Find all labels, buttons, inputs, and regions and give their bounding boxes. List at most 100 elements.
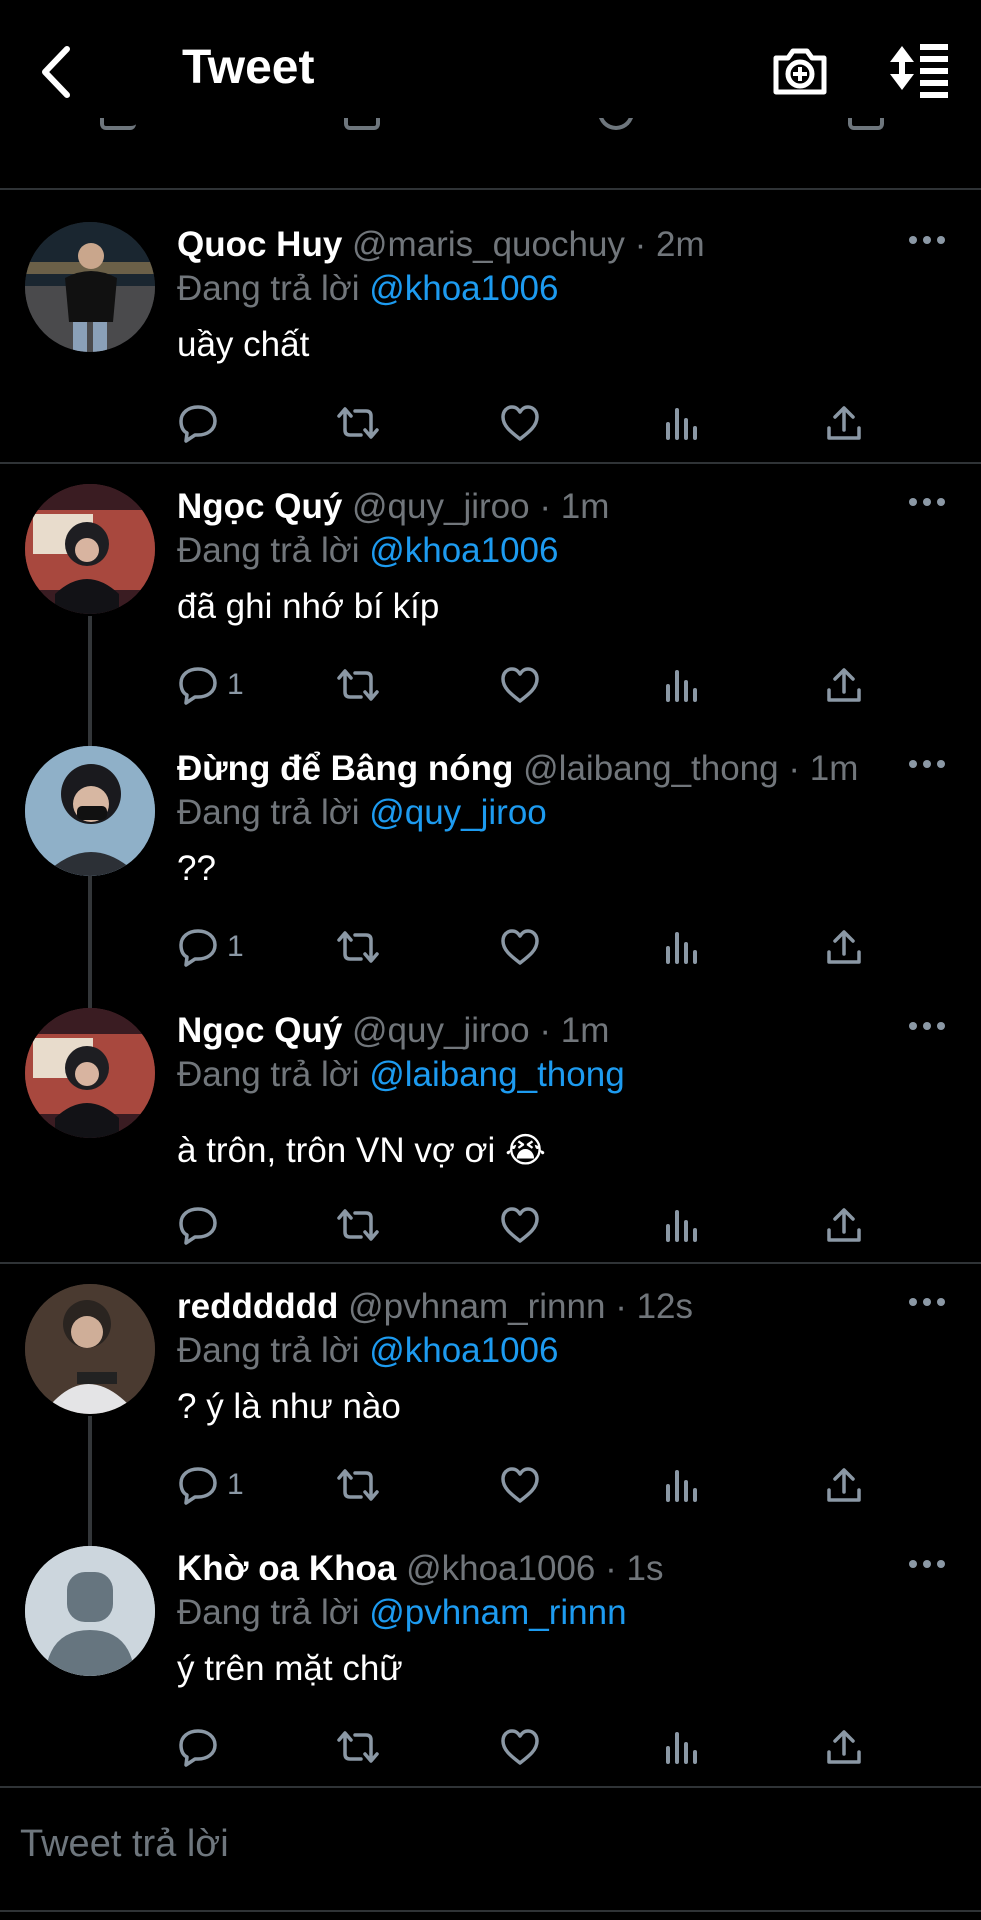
- replying-to-label: Đang trả lời: [177, 269, 360, 308]
- analytics-button[interactable]: [661, 1460, 703, 1510]
- separator-dot: ·: [539, 1011, 551, 1050]
- user-handle[interactable]: @maris_quochuy: [352, 225, 625, 264]
- display-name[interactable]: Ngọc Quý: [177, 487, 342, 526]
- avatar-default[interactable]: [25, 1546, 155, 1676]
- mention-link[interactable]: @pvhnam_rinnn: [369, 1593, 626, 1632]
- analytics-button[interactable]: [661, 398, 703, 448]
- tweet-reply[interactable]: Quoc Huy @maris_quochuy · 2m Đang trả lờ…: [0, 222, 981, 462]
- more-options-button[interactable]: [909, 1552, 945, 1576]
- timestamp: 1m: [560, 487, 610, 526]
- mention-link[interactable]: @khoa1006: [369, 269, 558, 308]
- user-handle[interactable]: @khoa1006: [406, 1549, 595, 1588]
- retweet-button[interactable]: [335, 1722, 381, 1772]
- more-options-button[interactable]: [909, 228, 945, 252]
- more-icon: [909, 498, 917, 506]
- display-name[interactable]: redddddd: [177, 1287, 338, 1326]
- reply-button[interactable]: 1: [177, 660, 244, 710]
- mention-link[interactable]: @laibang_thong: [369, 1055, 624, 1094]
- more-options-button[interactable]: [909, 752, 945, 776]
- analytics-button[interactable]: [661, 1722, 703, 1772]
- avatar[interactable]: [25, 746, 155, 876]
- reply-input[interactable]: [20, 1814, 960, 1874]
- analytics-button[interactable]: [661, 660, 703, 710]
- display-name[interactable]: Quoc Huy: [177, 225, 342, 264]
- avatar[interactable]: [25, 1284, 155, 1414]
- add-photo-button[interactable]: [770, 40, 830, 102]
- tweet-header: Khờ oa Khoa @khoa1006 · 1s: [177, 1546, 981, 1592]
- share-button[interactable]: [823, 1460, 865, 1510]
- share-button[interactable]: [823, 922, 865, 972]
- tweet-text: à trôn, trôn VN vợ ơi 😭: [177, 1131, 546, 1170]
- like-button[interactable]: [499, 1722, 541, 1772]
- separator-dot: ·: [788, 749, 801, 788]
- tweet-reply[interactable]: Ngọc Quý @quy_jiroo · 1m Đang trả lời @l…: [0, 1008, 981, 1262]
- avatar[interactable]: [25, 1008, 155, 1138]
- analytics-button[interactable]: [661, 1200, 703, 1250]
- share-button[interactable]: [823, 1722, 865, 1772]
- reply-count: 1: [227, 930, 244, 963]
- more-icon: [909, 1560, 917, 1568]
- mention-link[interactable]: @quy_jiroo: [369, 793, 547, 832]
- display-name[interactable]: Đừng để Bâng nóng: [177, 749, 513, 788]
- user-handle[interactable]: @quy_jiroo: [352, 1011, 530, 1050]
- display-name[interactable]: Khờ oa Khoa: [177, 1549, 396, 1588]
- share-icon: [827, 930, 861, 964]
- tweet-reply[interactable]: redddddd @pvhnam_rinnn · 12s Đang trả lờ…: [0, 1284, 981, 1544]
- page-title: Tweet: [182, 41, 315, 94]
- tweet-reply[interactable]: Khờ oa Khoa @khoa1006 · 1s Đang trả lời …: [0, 1546, 981, 1786]
- retweet-button[interactable]: [335, 398, 381, 448]
- more-options-button[interactable]: [909, 1014, 945, 1038]
- analytics-button[interactable]: [661, 922, 703, 972]
- reply-icon: [179, 667, 217, 705]
- separator-dot: ·: [634, 225, 647, 264]
- sort-replies-button[interactable]: [886, 40, 952, 102]
- replying-to: Đang trả lời @khoa1006: [177, 528, 559, 574]
- separator-dot: ·: [615, 1287, 627, 1326]
- share-button[interactable]: [823, 660, 865, 710]
- user-handle[interactable]: @pvhnam_rinnn: [348, 1287, 605, 1326]
- retweet-button[interactable]: [335, 1460, 381, 1510]
- reply-icon: [179, 1729, 217, 1767]
- back-button[interactable]: [28, 36, 84, 108]
- divider: [0, 1262, 981, 1264]
- timestamp: 1s: [626, 1549, 664, 1588]
- like-button[interactable]: [499, 660, 541, 710]
- tweet-reply[interactable]: Ngọc Quý @quy_jiroo · 1m Đang trả lời @k…: [0, 484, 981, 744]
- like-button[interactable]: [499, 922, 541, 972]
- avatar[interactable]: [25, 484, 155, 614]
- reply-icon: [179, 1207, 217, 1245]
- like-button[interactable]: [499, 1460, 541, 1510]
- display-name[interactable]: Ngọc Quý: [177, 1011, 342, 1050]
- tweet-actions: [177, 398, 877, 448]
- add-photo-camera-icon: [773, 48, 827, 95]
- tweet-reply[interactable]: Đừng để Bâng nóng @laibang_thong · 1m Đa…: [0, 746, 981, 1006]
- user-handle[interactable]: @quy_jiroo: [352, 487, 530, 526]
- reply-button[interactable]: 1: [177, 1460, 244, 1510]
- retweet-button[interactable]: [335, 1200, 381, 1250]
- like-button[interactable]: [499, 398, 541, 448]
- more-options-button[interactable]: [909, 1290, 945, 1314]
- reply-button[interactable]: 1: [177, 922, 244, 972]
- analytics-icon: [666, 408, 697, 440]
- retweet-button[interactable]: [335, 922, 381, 972]
- reply-button[interactable]: [177, 1722, 227, 1772]
- user-handle[interactable]: @laibang_thong: [523, 749, 778, 788]
- retweet-icon: [337, 931, 379, 963]
- share-button[interactable]: [823, 1200, 865, 1250]
- mention-link[interactable]: @khoa1006: [369, 531, 558, 570]
- share-button[interactable]: [823, 398, 865, 448]
- reply-button[interactable]: [177, 1200, 227, 1250]
- reply-button[interactable]: [177, 398, 227, 448]
- share-icon: [827, 1730, 861, 1764]
- avatar[interactable]: [25, 222, 155, 352]
- divider: [0, 1786, 981, 1788]
- more-icon: [909, 760, 917, 768]
- retweet-button[interactable]: [335, 660, 381, 710]
- like-button[interactable]: [499, 1200, 541, 1250]
- replying-to: Đang trả lời @khoa1006: [177, 1328, 559, 1374]
- more-options-button[interactable]: [909, 490, 945, 514]
- tweet-text: đã ghi nhớ bí kíp: [177, 587, 440, 626]
- tweet-text: ??: [177, 849, 216, 888]
- mention-link[interactable]: @khoa1006: [369, 1331, 558, 1370]
- reply-icon: [179, 929, 217, 967]
